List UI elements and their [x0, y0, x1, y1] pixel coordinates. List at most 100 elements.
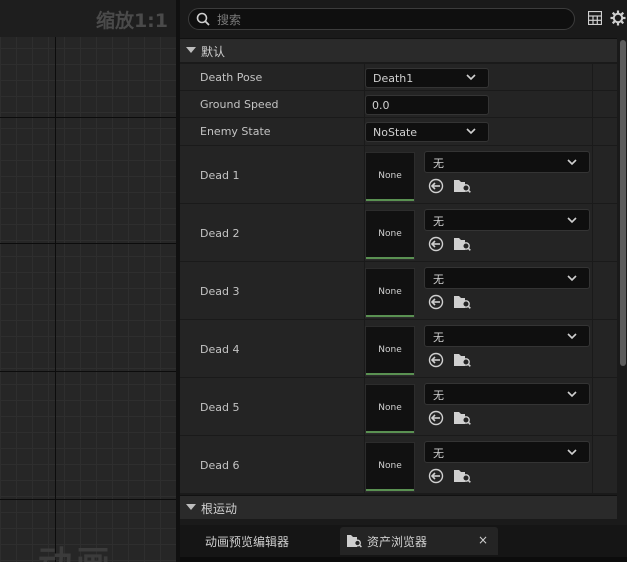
column-divider	[592, 436, 593, 493]
browse-asset-icon[interactable]	[453, 410, 471, 426]
search-input[interactable]	[215, 10, 559, 30]
asset-picker-dropdown[interactable]: 无	[424, 383, 590, 405]
column-divider	[592, 320, 593, 377]
browse-asset-icon[interactable]	[453, 236, 471, 252]
property-label: Dead 4	[200, 343, 240, 356]
asset-thumbnail[interactable]: None	[365, 442, 415, 492]
asset-picker-dropdown[interactable]: 无	[424, 441, 590, 463]
dropdown-value: NoState	[373, 126, 418, 139]
use-selected-asset-icon[interactable]	[428, 178, 444, 194]
column-divider	[592, 64, 593, 90]
property-label: Dead 3	[200, 285, 240, 298]
close-tab-button[interactable]: ×	[478, 533, 488, 547]
chevron-down-icon	[567, 333, 577, 340]
property-row-death-pose: Death Pose Death1	[180, 64, 617, 91]
asset-type-bar	[366, 373, 414, 375]
chevron-down-icon	[466, 74, 476, 81]
category-label: 默认	[201, 45, 226, 59]
property-row-dead-4: Dead 4 None 无	[180, 320, 617, 378]
dropdown-value: 无	[433, 447, 444, 460]
dropdown-value: 无	[433, 389, 444, 402]
asset-type-bar	[366, 257, 414, 259]
tab-anim-preview-editor[interactable]: 动画预览编辑器	[180, 527, 338, 555]
dropdown-value: Death1	[373, 72, 414, 85]
chevron-down-icon	[466, 128, 476, 135]
use-selected-asset-icon[interactable]	[428, 468, 444, 484]
dropdown-value: 无	[433, 215, 444, 228]
property-label: Dead 5	[200, 401, 240, 414]
thumbnail-label: None	[378, 171, 402, 181]
column-divider	[592, 378, 593, 435]
asset-thumbnail[interactable]: None	[365, 326, 415, 376]
tab-label: 动画预览编辑器	[205, 535, 290, 549]
asset-picker-dropdown[interactable]: 无	[424, 151, 590, 173]
use-selected-asset-icon[interactable]	[428, 294, 444, 310]
tab-label: 资产浏览器	[367, 535, 428, 549]
grid-line	[0, 117, 176, 118]
category-root-motion[interactable]: 根运动	[180, 495, 617, 519]
tab-content-browser[interactable]: 资产浏览器 ×	[340, 527, 498, 555]
grid-line	[0, 243, 176, 244]
ground-speed-field[interactable]	[365, 95, 489, 115]
column-divider	[592, 262, 593, 319]
use-selected-asset-icon[interactable]	[428, 410, 444, 426]
asset-thumbnail[interactable]: None	[365, 210, 415, 260]
grid-line	[55, 37, 56, 562]
asset-picker-dropdown[interactable]: 无	[424, 209, 590, 231]
thumbnail-label: None	[378, 345, 402, 355]
collapse-arrow-icon	[186, 47, 196, 53]
asset-thumbnail[interactable]: None	[365, 268, 415, 318]
grid-line	[0, 499, 176, 500]
content-browser-icon	[347, 535, 362, 548]
column-divider	[592, 204, 593, 261]
asset-thumbnail[interactable]: None	[365, 152, 415, 202]
thumbnail-label: None	[378, 461, 402, 471]
property-row-dead-3: Dead 3 None 无	[180, 262, 617, 320]
property-label: Dead 6	[200, 459, 240, 472]
property-row-ground-speed: Ground Speed	[180, 91, 617, 118]
property-label: Death Pose	[200, 71, 263, 84]
enemy-state-dropdown[interactable]: NoState	[365, 122, 489, 142]
asset-type-bar	[366, 431, 414, 433]
browse-asset-icon[interactable]	[453, 178, 471, 194]
chevron-down-icon	[567, 391, 577, 398]
search-box[interactable]	[188, 8, 575, 30]
asset-type-bar	[366, 315, 414, 317]
property-label: Ground Speed	[200, 98, 279, 111]
property-row-dead-2: Dead 2 None 无	[180, 204, 617, 262]
use-selected-asset-icon[interactable]	[428, 352, 444, 368]
asset-thumbnail[interactable]: None	[365, 384, 415, 434]
zoom-label: 缩放1:1	[95, 10, 168, 32]
collapse-arrow-icon	[186, 504, 196, 510]
browse-asset-icon[interactable]	[453, 468, 471, 484]
death-pose-dropdown[interactable]: Death1	[365, 68, 489, 88]
browse-asset-icon[interactable]	[453, 294, 471, 310]
tab-strip-footer	[180, 557, 627, 562]
property-row-dead-1: Dead 1 None 无	[180, 146, 617, 204]
chevron-down-icon	[567, 449, 577, 456]
gear-icon[interactable]	[610, 10, 626, 26]
property-label: Enemy State	[200, 125, 271, 138]
graph-viewport[interactable]: 缩放1:1 动画	[0, 0, 176, 562]
asset-type-bar	[366, 489, 414, 491]
thumbnail-label: None	[378, 287, 402, 297]
details-panel: 默认 Death Pose Death1 Ground Speed Enemy …	[180, 0, 627, 525]
table-view-icon[interactable]	[588, 11, 602, 25]
asset-picker-dropdown[interactable]: 无	[424, 325, 590, 347]
category-default[interactable]: 默认	[180, 38, 617, 62]
chevron-down-icon	[567, 217, 577, 224]
dropdown-value: 无	[433, 157, 444, 170]
viewport-watermark: 动画	[38, 536, 114, 562]
bottom-tab-strip: 动画预览编辑器 资产浏览器 ×	[180, 525, 627, 562]
grid-line	[0, 371, 176, 372]
asset-type-bar	[366, 199, 414, 201]
column-divider	[592, 146, 593, 203]
property-row-enemy-state: Enemy State NoState	[180, 118, 617, 146]
details-scrollbar[interactable]	[619, 38, 627, 525]
use-selected-asset-icon[interactable]	[428, 236, 444, 252]
dropdown-value: 无	[433, 273, 444, 286]
scrollbar-thumb[interactable]	[620, 40, 626, 366]
asset-picker-dropdown[interactable]: 无	[424, 267, 590, 289]
property-row-dead-6: Dead 6 None 无	[180, 436, 617, 494]
browse-asset-icon[interactable]	[453, 352, 471, 368]
